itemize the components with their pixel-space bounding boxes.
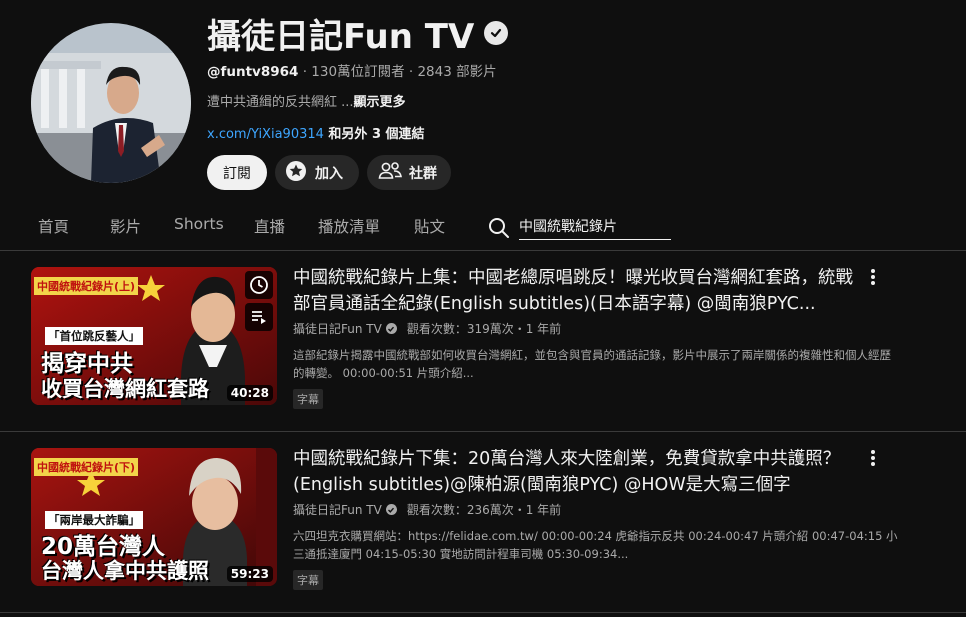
subscriber-count: 130萬位訂閱者	[311, 64, 405, 80]
channel-links: x.com/YiXia90314 和另外 3 個連結	[207, 123, 425, 142]
subscribe-label: 訂閱	[223, 165, 251, 182]
tab-home[interactable]: 首頁	[38, 215, 69, 237]
tab-posts[interactable]: 貼文	[414, 215, 445, 237]
tab-videos[interactable]: 影片	[110, 215, 141, 237]
external-link[interactable]: x.com/YiXia90314	[207, 127, 324, 142]
channel-search-input[interactable]	[519, 212, 671, 240]
more-links[interactable]: 和另外 3 個連結	[324, 127, 424, 142]
thumbnail-tag: 中國統戰紀錄片(上)	[34, 277, 139, 295]
meta-separator: ·	[404, 64, 418, 80]
video-title[interactable]: 中國統戰紀錄片下集：20萬台灣人來大陸創業，免費貸款拿中共護照？(English…	[293, 446, 853, 498]
verified-check-icon	[385, 504, 397, 515]
channel-name: 攝徒日記Fun TV	[207, 16, 475, 57]
thumbnail-subtitle: 「首位跳反藝人」	[45, 327, 143, 345]
divider	[0, 612, 966, 613]
video-thumbnail[interactable]: 中國統戰紀錄片(上) 「首位跳反藝人」 揭穿中共 收買台灣網紅套路 40:28	[31, 267, 277, 405]
more-vert-icon[interactable]	[864, 267, 882, 287]
video-description: 六四坦克衣購買網站：https://felidae.com.tw/ 00:00-…	[293, 529, 898, 561]
tab-live[interactable]: 直播	[254, 215, 285, 237]
video-meta: 攝徒日記Fun TV 觀看次數：236萬次・1 年前	[293, 501, 561, 518]
community-label: 社群	[409, 165, 437, 182]
star-icon	[285, 160, 307, 186]
show-more-link[interactable]: 顯示更多	[354, 95, 406, 110]
channel-tabs: 首頁 影片 Shorts 直播 播放清單 貼文	[0, 205, 966, 251]
video-duration: 40:28	[226, 385, 273, 401]
subtitle-badge: 字幕	[293, 570, 323, 590]
thumbnail-tag: 中國統戰紀錄片(下)	[34, 458, 139, 476]
video-channel[interactable]: 攝徒日記Fun TV	[293, 320, 382, 337]
video-duration: 59:23	[226, 566, 273, 582]
video-title[interactable]: 中國統戰紀錄片上集：中國老總原唱跳反！曝光收買台灣網紅套路，統戰部官員通話全紀錄…	[293, 265, 853, 317]
join-button[interactable]: 加入	[275, 155, 359, 190]
queue-icon[interactable]	[245, 303, 273, 331]
verified-check-icon	[484, 21, 509, 45]
video-thumbnail[interactable]: 中國統戰紀錄片(下) 「兩岸最大詐騙」 20萬台灣人 台灣人拿中共護照 59:2…	[31, 448, 277, 586]
verified-check-icon	[385, 323, 397, 334]
search-icon[interactable]	[487, 216, 511, 240]
tab-shorts[interactable]: Shorts	[174, 215, 224, 233]
channel-handle: @funtv8964	[207, 64, 299, 80]
video-meta: 攝徒日記Fun TV 觀看次數：319萬次・1 年前	[293, 320, 561, 337]
subtitle-badge: 字幕	[293, 389, 323, 409]
clock-icon[interactable]	[245, 271, 273, 299]
channel-header: 攝徒日記Fun TV @funtv8964 · 130萬位訂閱者 · 2843 …	[0, 0, 966, 200]
more-vert-icon[interactable]	[864, 448, 882, 468]
people-icon	[377, 160, 403, 186]
channel-meta: @funtv8964 · 130萬位訂閱者 · 2843 部影片	[207, 60, 497, 80]
divider	[0, 431, 966, 432]
video-description: 這部紀錄片揭露中國統戰部如何收買台灣網紅，並包含與官員的通話記錄，影片中展示了兩…	[293, 348, 891, 380]
channel-description[interactable]: 遭中共通緝的反共網紅 ...顯示更多	[207, 91, 406, 110]
join-label: 加入	[315, 165, 343, 182]
meta-separator: ·	[298, 64, 312, 80]
description-text: 遭中共通緝的反共網紅 ...	[207, 95, 354, 110]
community-button[interactable]: 社群	[367, 155, 451, 190]
video-count: 2843 部影片	[417, 64, 497, 80]
thumbnail-headline-2: 台灣人拿中共護照	[41, 559, 209, 583]
tab-playlists[interactable]: 播放清單	[318, 215, 380, 237]
channel-title: 攝徒日記Fun TV	[207, 10, 509, 57]
channel-avatar[interactable]	[31, 23, 191, 183]
video-views-time: 觀看次數：236萬次・1 年前	[406, 503, 562, 517]
subscribe-button[interactable]: 訂閱	[207, 155, 267, 190]
video-channel[interactable]: 攝徒日記Fun TV	[293, 501, 382, 518]
video-views-time: 觀看次數：319萬次・1 年前	[406, 322, 562, 336]
thumbnail-headline-2: 收買台灣網紅套路	[41, 377, 209, 401]
